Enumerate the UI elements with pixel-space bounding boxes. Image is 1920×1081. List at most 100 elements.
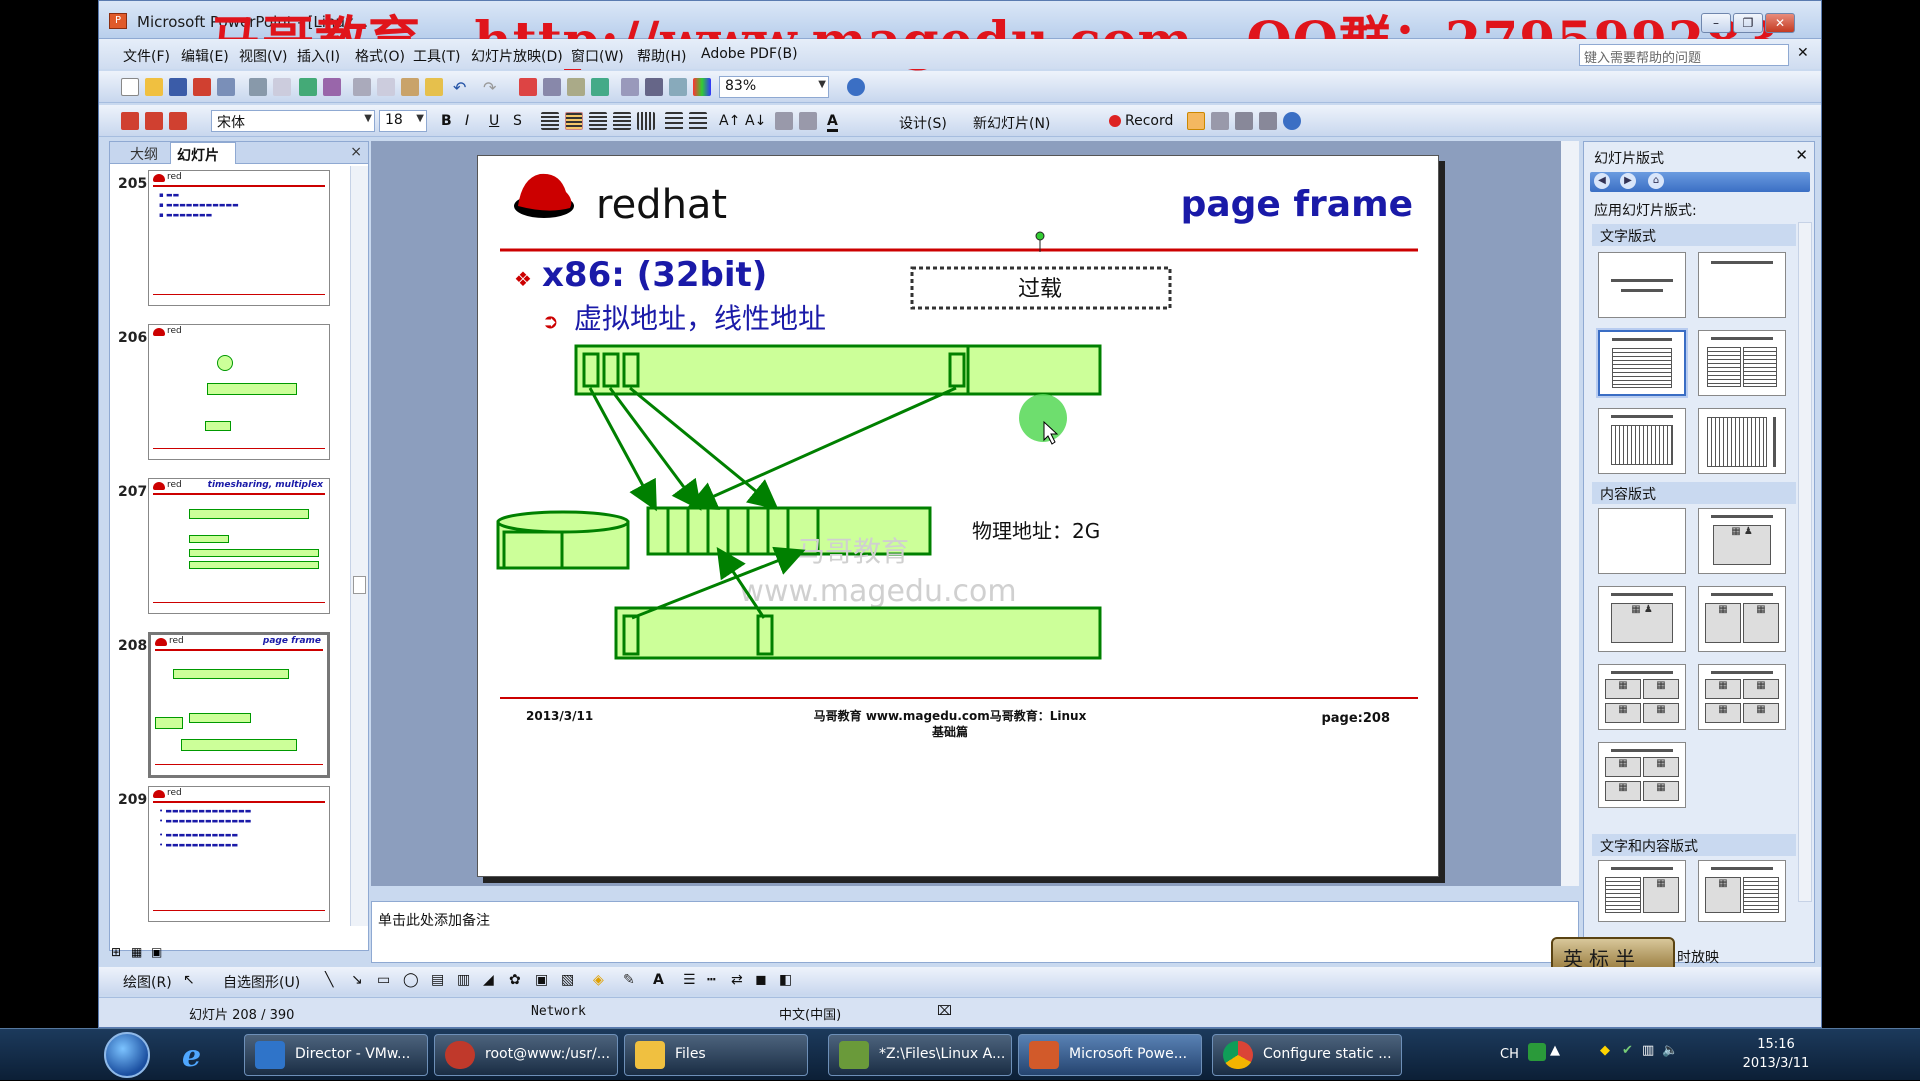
paste-icon[interactable] [401, 78, 419, 96]
print-preview-icon[interactable] [273, 78, 291, 96]
font-color-icon[interactable]: A [827, 113, 838, 132]
layout-text-and-content[interactable]: ▦ [1598, 860, 1686, 922]
layout-title-only[interactable] [1698, 252, 1786, 318]
tab-slides[interactable]: 幻灯片 [170, 142, 236, 164]
fill-color-icon[interactable]: ◈ [593, 972, 604, 988]
pdf-review-icon[interactable] [169, 112, 187, 130]
draw-menu-button[interactable]: 绘图(R) [123, 972, 172, 992]
menu-edit[interactable]: 编辑(E) [181, 46, 229, 66]
volume-icon[interactable]: 🔈 [1662, 1043, 1678, 1058]
layout-two-content[interactable]: ▦ ▦ [1698, 586, 1786, 652]
undo-icon[interactable]: ↶ [453, 78, 471, 97]
shadow-icon[interactable]: S [513, 113, 522, 129]
slideshow-icon[interactable]: ▣ [151, 945, 162, 959]
insert-chart-icon[interactable] [519, 78, 537, 96]
arrow-style-icon[interactable]: ⇄ [731, 972, 743, 988]
notes-pane[interactable]: 单击此处添加备注 [371, 901, 1579, 963]
taskbar-item-editor[interactable]: *Z:\Files\Linux A... [828, 1034, 1012, 1076]
normal-view-icon[interactable]: ⊞ [111, 945, 121, 959]
format-painter-icon[interactable] [425, 78, 443, 96]
picture-icon[interactable]: ▧ [561, 972, 574, 988]
align-center-icon[interactable] [565, 112, 583, 130]
taskbar-item-terminal[interactable]: root@www:/usr/... [434, 1034, 618, 1076]
menu-format[interactable]: 格式(O) [355, 46, 405, 66]
zoom-select[interactable]: 83% ▼ [719, 76, 829, 98]
underline-icon[interactable]: U [489, 113, 499, 129]
color-grayscale-icon[interactable] [693, 78, 711, 96]
expand-all-icon[interactable] [621, 78, 639, 96]
italic-icon[interactable]: I [465, 113, 469, 129]
pdf-convert-icon[interactable] [121, 112, 139, 130]
network-icon[interactable]: ▥ [1642, 1043, 1654, 1058]
taskbar-item-chrome[interactable]: Configure static ... [1212, 1034, 1402, 1076]
slide-thumbnail-selected[interactable]: 208 red page frame [114, 630, 342, 780]
tray-security-icon[interactable]: ✔ [1622, 1043, 1633, 1058]
thumbnail-scrollbar[interactable] [350, 166, 368, 926]
font-color-icon[interactable]: A [653, 972, 664, 988]
close-icon[interactable]: × [350, 144, 362, 160]
textbox-icon[interactable]: ▤ [431, 972, 444, 988]
layout-blank[interactable] [1598, 508, 1686, 574]
autoshapes-button[interactable]: 自选图形(U) [223, 972, 300, 992]
menu-help[interactable]: 帮助(H) [637, 46, 686, 66]
taskbar-item-vmware[interactable]: Director - VMw... [244, 1034, 428, 1076]
pdf-icon[interactable] [193, 78, 211, 96]
design-button[interactable]: 设计(S) [899, 113, 947, 133]
layout-title-content[interactable]: ▦ ♟ [1598, 586, 1686, 652]
diagram-icon[interactable]: ✿ [509, 972, 521, 988]
increase-font-icon[interactable]: A↑ [719, 113, 740, 129]
new-slide-button[interactable]: 新幻灯片(N) [973, 113, 1050, 133]
layout-title-slide[interactable] [1598, 252, 1686, 318]
slide-thumbnail[interactable]: 209 red • ▬▬▬▬▬▬▬▬▬▬▬▬▬ • ▬▬▬▬▬▬▬▬▬▬▬▬▬ … [114, 784, 342, 926]
wordart-icon[interactable]: ◢ [483, 972, 494, 988]
internet-explorer-icon[interactable]: e [182, 1039, 216, 1074]
3d-style-icon[interactable]: ◧ [779, 972, 792, 988]
open-icon[interactable] [145, 78, 163, 96]
tables-borders-icon[interactable] [567, 78, 585, 96]
line-style-icon[interactable]: ☰ [683, 972, 696, 988]
layout-title-text[interactable] [1598, 330, 1686, 396]
process-address-bar[interactable] [614, 606, 1102, 660]
help-icon[interactable] [847, 78, 865, 96]
input-language[interactable]: CH [1500, 1047, 1519, 1062]
show-formatting-icon[interactable] [645, 78, 663, 96]
permission-icon[interactable] [217, 78, 235, 96]
notes-placeholder[interactable]: 单击此处添加备注 [378, 910, 490, 930]
save-icon[interactable] [169, 78, 187, 96]
close-document-icon[interactable]: ✕ [1797, 45, 1809, 61]
close-button[interactable]: ✕ [1765, 13, 1795, 33]
new-icon[interactable] [121, 78, 139, 96]
print-icon[interactable] [249, 78, 267, 96]
dash-style-icon[interactable]: ┅ [707, 972, 715, 988]
camera-icon[interactable] [1211, 112, 1229, 130]
tray-arrow-icon[interactable]: ▲ [1550, 1043, 1560, 1058]
decrease-indent-icon[interactable] [775, 112, 793, 130]
minimize-button[interactable]: – [1701, 13, 1731, 33]
layout-vertical-title-text[interactable] [1698, 408, 1786, 474]
slide-thumbnail[interactable]: 206 red [114, 322, 342, 466]
slide-thumbnail[interactable]: 207 red timesharing, multiplex [114, 476, 342, 620]
cut-icon[interactable] [353, 78, 371, 96]
slide-thumbnail[interactable]: 205 red ▪ ▬▬ ▪ ▬▬▬▬▬▬▬▬▬▬▬ ▪ ▬▬▬▬▬▬▬ [114, 168, 342, 312]
font-select[interactable]: 宋体 ▼ [211, 110, 375, 132]
layout-four-content-alt[interactable]: ▦ ▦ ▦ ▦ [1598, 742, 1686, 808]
publish-icon[interactable] [1259, 112, 1277, 130]
menu-adobe-pdf[interactable]: Adobe PDF(B) [701, 46, 798, 62]
spelling-icon[interactable] [299, 78, 317, 96]
back-icon[interactable]: ◀ [1594, 173, 1610, 189]
line-icon[interactable]: ╲ [325, 972, 333, 988]
taskbar-item-files[interactable]: Files [624, 1034, 808, 1076]
home-icon[interactable]: ⌂ [1648, 173, 1664, 189]
hyperlink-icon[interactable] [591, 78, 609, 96]
layout-vertical-text[interactable] [1598, 408, 1686, 474]
help-search-input[interactable]: 键入需要帮助的问题 [1579, 44, 1789, 66]
forward-icon[interactable]: ▶ [1620, 173, 1636, 189]
justify-icon[interactable] [613, 112, 631, 130]
taskbar-item-powerpoint[interactable]: Microsoft Powe... [1018, 1034, 1202, 1076]
slide-sorter-icon[interactable]: ▦ [131, 945, 142, 959]
presenter-icon[interactable] [1187, 112, 1205, 130]
research-icon[interactable] [323, 78, 341, 96]
clipart-icon[interactable]: ▣ [535, 972, 548, 988]
powerpoint-app-icon[interactable]: P [109, 13, 127, 29]
columns-icon[interactable] [637, 112, 655, 130]
